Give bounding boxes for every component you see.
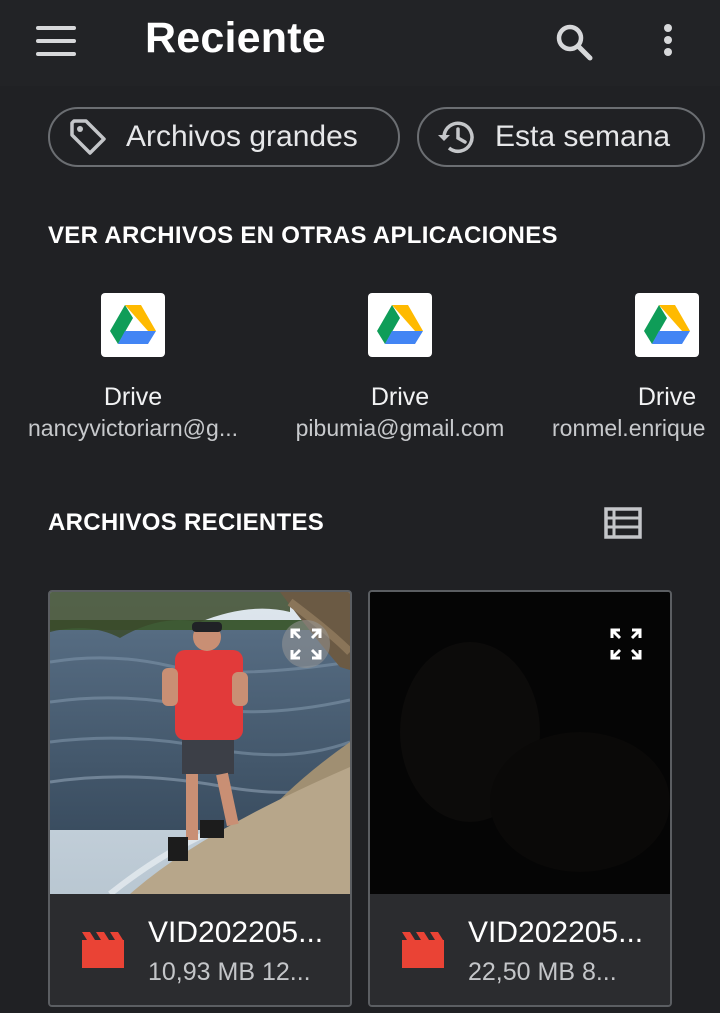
chip-large-files-label: Archivos grandes	[126, 120, 358, 153]
file-card[interactable]: VID202205... 22,50 MB 8...	[368, 590, 672, 1007]
hamburger-menu-icon[interactable]	[36, 26, 76, 56]
file-meta: 22,50 MB 8...	[468, 958, 617, 986]
chip-this-week[interactable]: Esta semana	[417, 107, 705, 167]
video-thumbnail	[370, 592, 670, 894]
video-file-icon	[402, 932, 444, 968]
app-name: Drive	[103, 383, 163, 411]
expand-preview-button[interactable]	[282, 620, 330, 668]
app-name: Drive	[637, 383, 697, 411]
google-drive-icon	[101, 293, 165, 357]
file-name: VID202205...	[148, 916, 324, 949]
file-meta: 10,93 MB 12...	[148, 958, 311, 986]
file-card[interactable]: VID202205... 10,93 MB 12...	[48, 590, 352, 1007]
video-thumbnail	[50, 592, 350, 894]
section-title-other-apps: VER ARCHIVOS EN OTRAS APLICACIONES	[48, 222, 558, 249]
expand-preview-button[interactable]	[602, 620, 650, 668]
app-account: nancyvictoriarn@g...	[28, 415, 238, 441]
page-title: Reciente	[145, 14, 326, 62]
history-icon	[438, 121, 474, 154]
app-account: pibumia@gmail.com	[295, 415, 505, 441]
list-view-icon[interactable]	[602, 505, 644, 541]
top-app-bar: Reciente	[0, 0, 720, 86]
more-vertical-icon[interactable]	[654, 20, 682, 64]
video-file-icon	[82, 932, 124, 968]
app-shortcut-drive-3[interactable]: Drive ronmel.enrique	[542, 293, 720, 453]
app-name: Drive	[370, 383, 430, 411]
tag-icon	[70, 119, 106, 155]
google-drive-icon	[368, 293, 432, 357]
recent-files-screen: Reciente Archivos grandes Esta semana VE…	[0, 0, 720, 1013]
section-title-recent-files: ARCHIVOS RECIENTES	[48, 509, 325, 536]
file-name: VID202205...	[468, 916, 644, 949]
search-icon[interactable]	[552, 20, 596, 64]
file-info: VID202205... 10,93 MB 12...	[50, 894, 350, 1005]
chip-this-week-label: Esta semana	[495, 120, 671, 153]
app-shortcut-drive-1[interactable]: Drive nancyvictoriarn@g...	[8, 293, 258, 453]
app-shortcut-drive-2[interactable]: Drive pibumia@gmail.com	[275, 293, 525, 453]
file-info: VID202205... 22,50 MB 8...	[370, 894, 670, 1005]
app-account: ronmel.enrique	[552, 415, 706, 441]
chip-large-files[interactable]: Archivos grandes	[48, 107, 400, 167]
google-drive-icon	[635, 293, 699, 357]
